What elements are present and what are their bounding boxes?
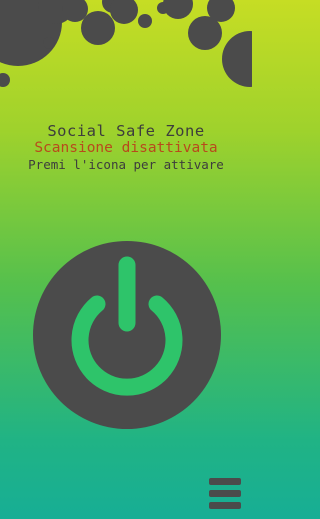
power-button[interactable] — [33, 241, 221, 429]
bubble — [163, 0, 193, 19]
bubble — [43, 37, 55, 49]
menu-bar — [209, 502, 241, 509]
power-icon — [33, 241, 221, 429]
menu-bar — [209, 478, 241, 485]
bubble — [222, 31, 252, 87]
bubble — [138, 14, 152, 28]
scan-status: Scansione disattivata — [34, 140, 218, 156]
hint-text: Premi l'icona per attivare — [28, 157, 224, 172]
app-title: Social Safe Zone — [47, 122, 205, 140]
bubble — [0, 73, 10, 87]
decorative-bubbles — [0, 0, 252, 87]
bubble — [81, 11, 115, 45]
hamburger-menu-icon[interactable] — [209, 478, 241, 510]
menu-bar — [209, 490, 241, 497]
header: Social Safe Zone Scansione disattivata P… — [0, 122, 252, 173]
bubble — [110, 0, 138, 24]
